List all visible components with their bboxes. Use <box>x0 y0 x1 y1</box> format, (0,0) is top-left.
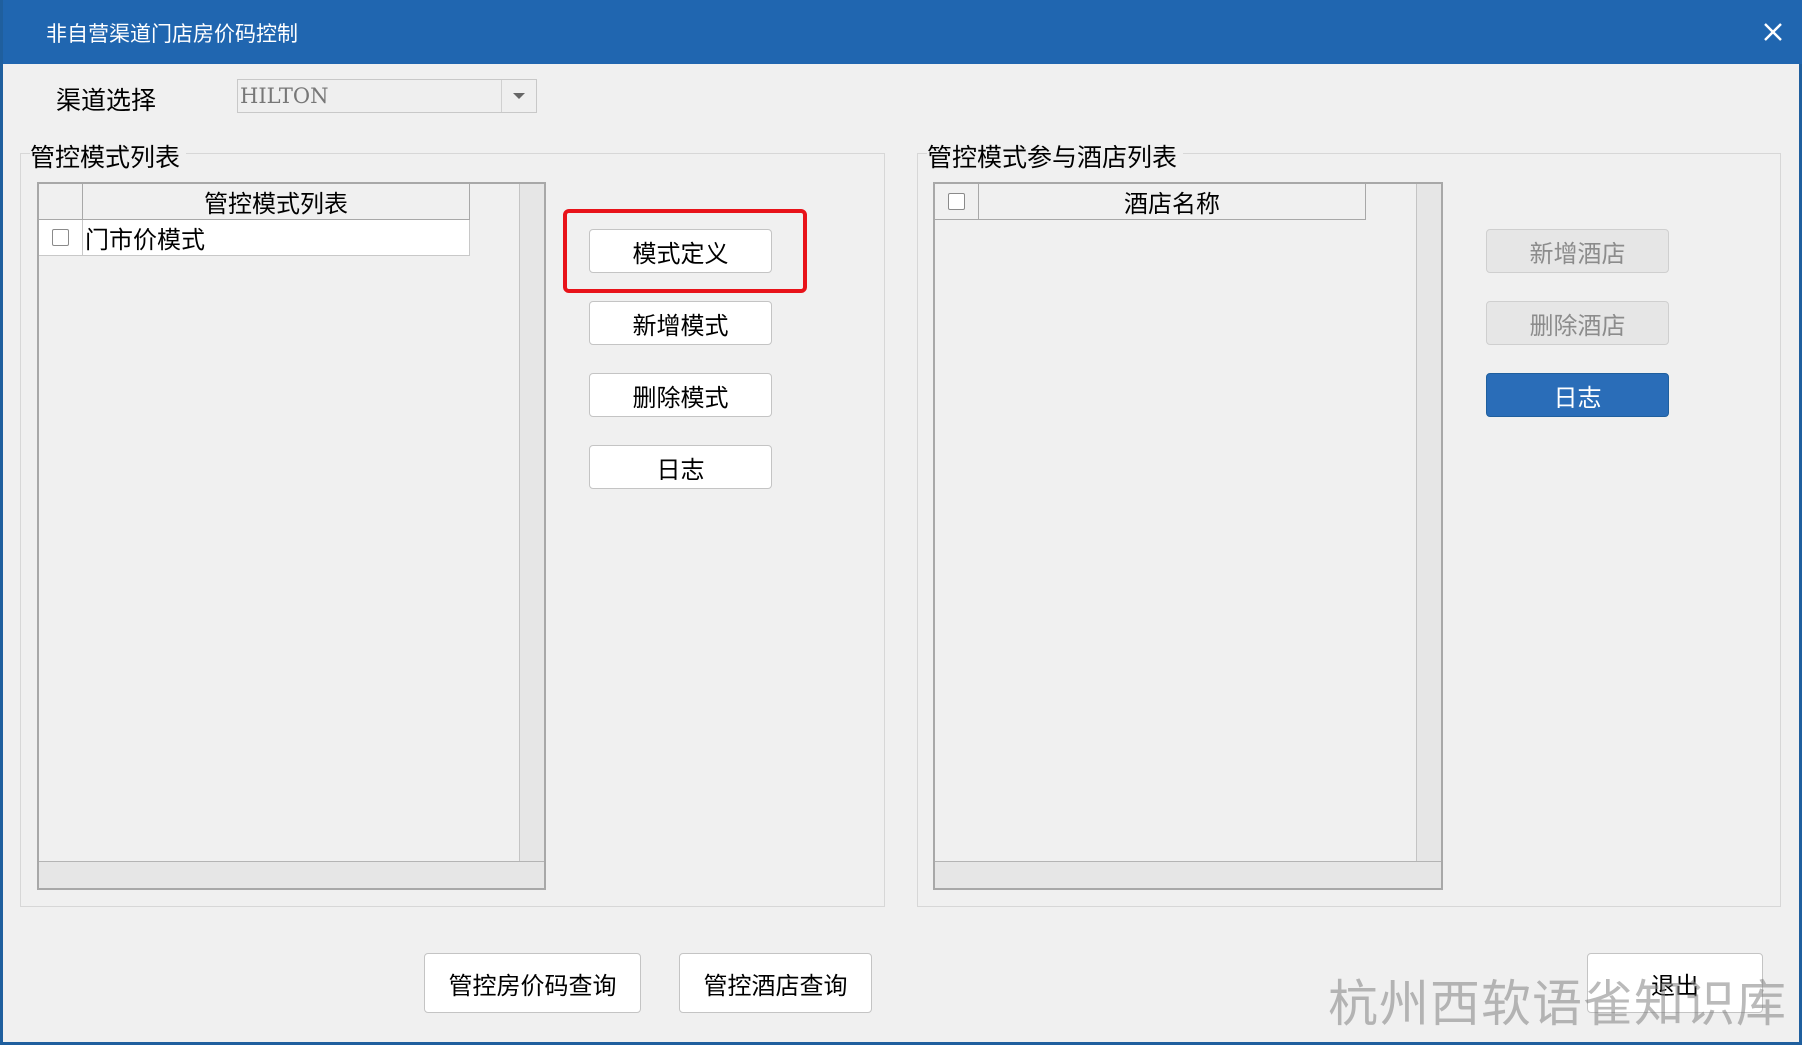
title-bar: 非自营渠道门店房价码控制 <box>3 0 1802 64</box>
close-button[interactable] <box>1755 14 1791 50</box>
mode-log-button[interactable]: 日志 <box>589 445 772 489</box>
chevron-down-icon <box>513 93 525 99</box>
close-icon <box>1764 23 1782 41</box>
window-title: 非自营渠道门店房价码控制 <box>46 22 298 46</box>
mode-name-cell: 门市价模式 <box>83 220 470 255</box>
mode-header-select-cell <box>39 184 83 219</box>
delete-hotel-button[interactable]: 删除酒店 <box>1486 301 1669 345</box>
channel-label: 渠道选择 <box>56 86 157 115</box>
hotel-header-select-cell <box>935 184 979 219</box>
add-hotel-button[interactable]: 新增酒店 <box>1486 229 1669 273</box>
dialog-window: 非自营渠道门店房价码控制 渠道选择 HILTON 管控模式列表 管控模式列表 门… <box>0 0 1802 1045</box>
add-mode-button[interactable]: 新增模式 <box>589 301 772 345</box>
channel-dropdown-button[interactable] <box>501 80 536 112</box>
channel-select[interactable]: HILTON <box>237 79 537 113</box>
hotel-table-horizontal-scrollbar[interactable] <box>935 861 1441 888</box>
query-hotel-button[interactable]: 管控酒店查询 <box>679 953 872 1013</box>
mode-list-legend: 管控模式列表 <box>30 138 187 174</box>
hotel-table-header: 酒店名称 <box>935 184 1366 220</box>
row-checkbox-cell <box>39 220 83 255</box>
mode-table-header: 管控模式列表 <box>39 184 470 220</box>
select-all-checkbox[interactable] <box>948 193 965 210</box>
hotel-table-vertical-scrollbar[interactable] <box>1416 184 1441 862</box>
mode-table-horizontal-scrollbar[interactable] <box>39 861 544 888</box>
mode-list-table: 管控模式列表 门市价模式 <box>37 182 546 890</box>
row-checkbox[interactable] <box>52 229 69 246</box>
table-row[interactable]: 门市价模式 <box>39 220 470 256</box>
hotel-list-table: 酒店名称 <box>933 182 1443 890</box>
highlight-box <box>563 209 807 293</box>
watermark: 杭州西软语雀知识库 <box>1328 975 1787 1033</box>
mode-table-vertical-scrollbar[interactable] <box>519 184 544 862</box>
hotel-list-legend: 管控模式参与酒店列表 <box>927 138 1184 174</box>
mode-header-name: 管控模式列表 <box>83 184 470 219</box>
hotel-header-name: 酒店名称 <box>979 184 1366 219</box>
delete-mode-button[interactable]: 删除模式 <box>589 373 772 417</box>
hotel-log-button[interactable]: 日志 <box>1486 373 1669 417</box>
query-rate-code-button[interactable]: 管控房价码查询 <box>424 953 641 1013</box>
channel-value: HILTON <box>240 84 329 108</box>
